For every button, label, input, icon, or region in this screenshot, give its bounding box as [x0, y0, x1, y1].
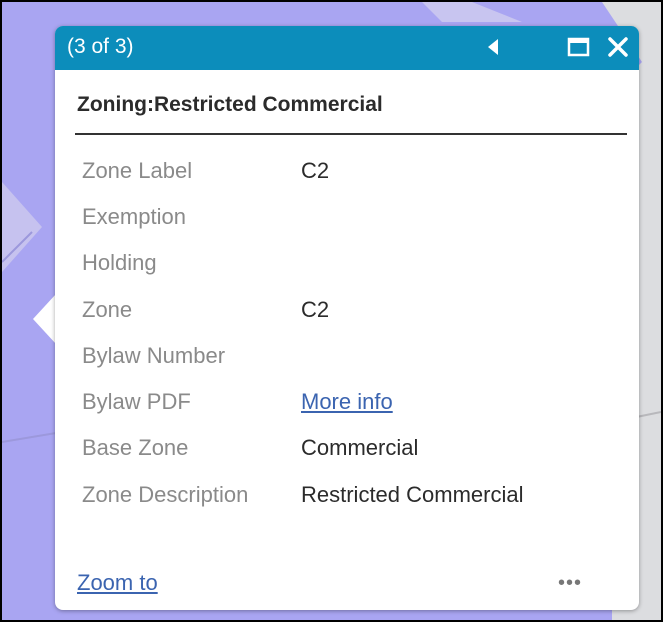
attr-label-bylaw-number: Bylaw Number: [82, 343, 226, 368]
attr-value-zone-label: C2: [301, 158, 330, 183]
attr-value-zone: C2: [301, 297, 330, 322]
close-icon[interactable]: [604, 33, 632, 61]
attr-label-exemption: Exemption: [82, 204, 186, 229]
feature-popup: (3 of 3) Zoning:Restricted Commercial Zo…: [55, 26, 639, 610]
map-boundary-line: [2, 431, 63, 443]
attr-label-zone-label: Zone Label: [82, 158, 193, 183]
previous-arrow-icon[interactable]: [482, 34, 504, 60]
attr-label-base-zone: Base Zone: [82, 435, 189, 460]
title-divider: [75, 133, 627, 135]
attr-value-zone-description: Restricted Commercial: [301, 482, 524, 507]
map-parcel-top: [422, 2, 522, 22]
map-view[interactable]: (3 of 3) Zoning:Restricted Commercial Zo…: [0, 0, 663, 622]
attr-label-zone: Zone: [82, 297, 133, 322]
attr-label-holding: Holding: [82, 250, 157, 275]
attr-label-bylaw-pdf: Bylaw PDF: [82, 389, 191, 414]
attr-label-zone-description: Zone Description: [82, 482, 249, 507]
feature-counter: (3 of 3): [67, 35, 134, 58]
map-parcel-left: [2, 182, 42, 272]
zoom-to-link[interactable]: Zoom to: [77, 570, 158, 596]
more-info-link[interactable]: More info: [301, 389, 393, 415]
popup-titlebar: (3 of 3): [55, 26, 639, 70]
maximize-icon[interactable]: [566, 34, 592, 60]
more-actions-icon[interactable]: •••: [558, 572, 582, 595]
popup-pointer: [33, 294, 56, 344]
popup-title: Zoning:Restricted Commercial: [77, 93, 383, 116]
attr-value-base-zone: Commercial: [301, 435, 419, 460]
